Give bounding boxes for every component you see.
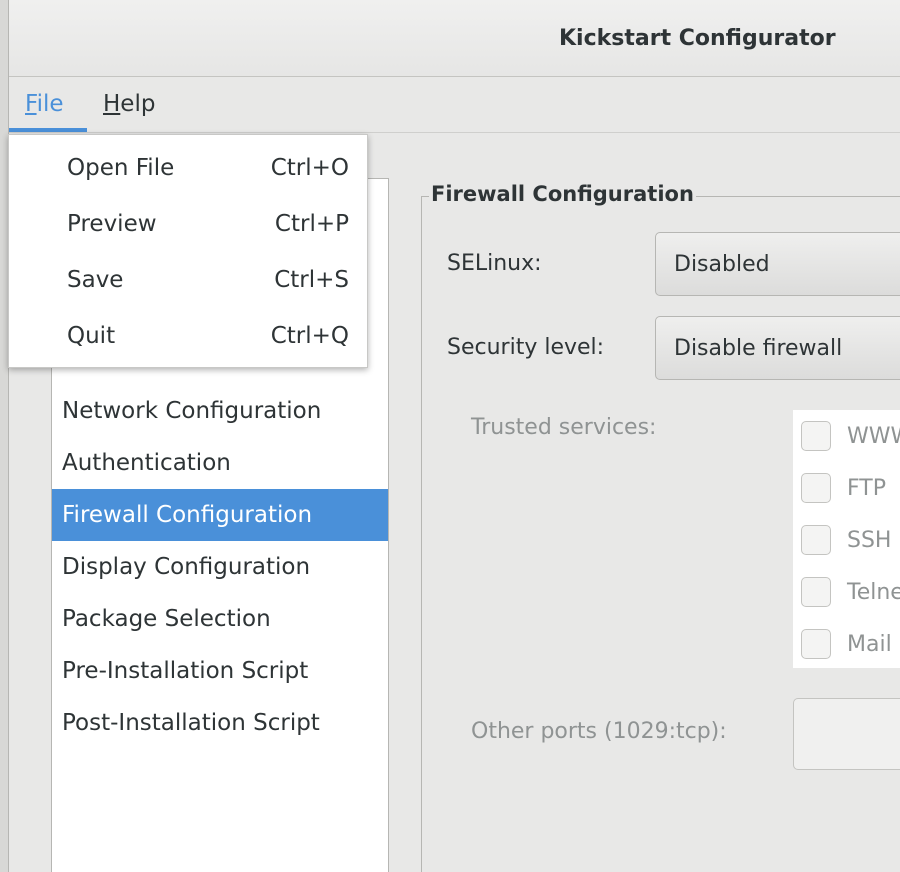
- menu-item-label: Open File: [67, 155, 175, 181]
- service-mail-checkbox[interactable]: Mail (SMTP): [801, 624, 900, 664]
- sidebar-item-authentication[interactable]: Authentication: [52, 437, 388, 489]
- sidebar-item-post-installation-script[interactable]: Post-Installation Script: [52, 697, 388, 749]
- menu-item-save[interactable]: Save Ctrl+S: [9, 251, 367, 307]
- checkbox-label: WWW (HTTP): [847, 423, 900, 449]
- menu-help[interactable]: Help: [103, 91, 155, 117]
- frame-title: Firewall Configuration: [429, 182, 696, 206]
- other-ports-label: Other ports (1029:tcp):: [471, 719, 727, 744]
- checkbox-icon: [801, 629, 831, 659]
- kickstart-window: Kickstart Configurator File Help Partiti…: [8, 0, 900, 872]
- menu-item-shortcut: Ctrl+Q: [270, 323, 349, 349]
- security-level-combo[interactable]: Disable firewall: [655, 316, 900, 380]
- service-ftp-checkbox[interactable]: FTP: [801, 468, 886, 508]
- menu-item-shortcut: Ctrl+O: [270, 155, 349, 181]
- security-level-label: Security level:: [447, 335, 605, 360]
- service-ssh-checkbox[interactable]: SSH: [801, 520, 891, 560]
- trusted-services-list: WWW (HTTP) FTP SSH Telnet Mail (SMTP): [793, 410, 900, 668]
- checkbox-label: Mail (SMTP): [847, 631, 900, 657]
- checkbox-icon: [801, 577, 831, 607]
- sidebar-item-pre-installation-script[interactable]: Pre-Installation Script: [52, 645, 388, 697]
- menu-item-preview[interactable]: Preview Ctrl+P: [9, 195, 367, 251]
- checkbox-icon: [801, 421, 831, 451]
- selinux-combo[interactable]: Disabled: [655, 232, 900, 296]
- checkbox-label: SSH: [847, 527, 892, 553]
- title-bar[interactable]: Kickstart Configurator: [9, 0, 900, 77]
- checkbox-icon: [801, 473, 831, 503]
- active-menu-indicator: [9, 128, 87, 132]
- selinux-label: SELinux:: [447, 251, 542, 276]
- menu-item-shortcut: Ctrl+S: [274, 267, 349, 293]
- window-title: Kickstart Configurator: [559, 26, 836, 51]
- checkbox-label: Telnet: [847, 579, 900, 605]
- menu-item-label: Quit: [67, 323, 116, 349]
- service-www-checkbox[interactable]: WWW (HTTP): [801, 416, 900, 456]
- menu-item-shortcut: Ctrl+P: [274, 211, 349, 237]
- sidebar-item-network-configuration[interactable]: Network Configuration: [52, 385, 388, 437]
- checkbox-label: FTP: [847, 475, 886, 501]
- menu-bar: File Help: [9, 77, 900, 133]
- file-menu-dropdown: Open File Ctrl+O Preview Ctrl+P Save Ctrl+S…: [8, 134, 368, 368]
- menu-file[interactable]: File: [25, 91, 64, 117]
- sidebar-item-display-configuration[interactable]: Display Configuration: [52, 541, 388, 593]
- menu-item-label: Save: [67, 267, 124, 293]
- menu-item-label: Preview: [67, 211, 157, 237]
- other-ports-input[interactable]: [793, 698, 900, 770]
- menu-item-open-file[interactable]: Open File Ctrl+O: [9, 139, 367, 195]
- service-telnet-checkbox[interactable]: Telnet: [801, 572, 900, 612]
- trusted-services-label: Trusted services:: [471, 415, 657, 440]
- menu-item-quit[interactable]: Quit Ctrl+Q: [9, 307, 367, 363]
- sidebar-item-firewall-configuration[interactable]: Firewall Configuration: [52, 489, 388, 541]
- checkbox-icon: [801, 525, 831, 555]
- sidebar-item-package-selection[interactable]: Package Selection: [52, 593, 388, 645]
